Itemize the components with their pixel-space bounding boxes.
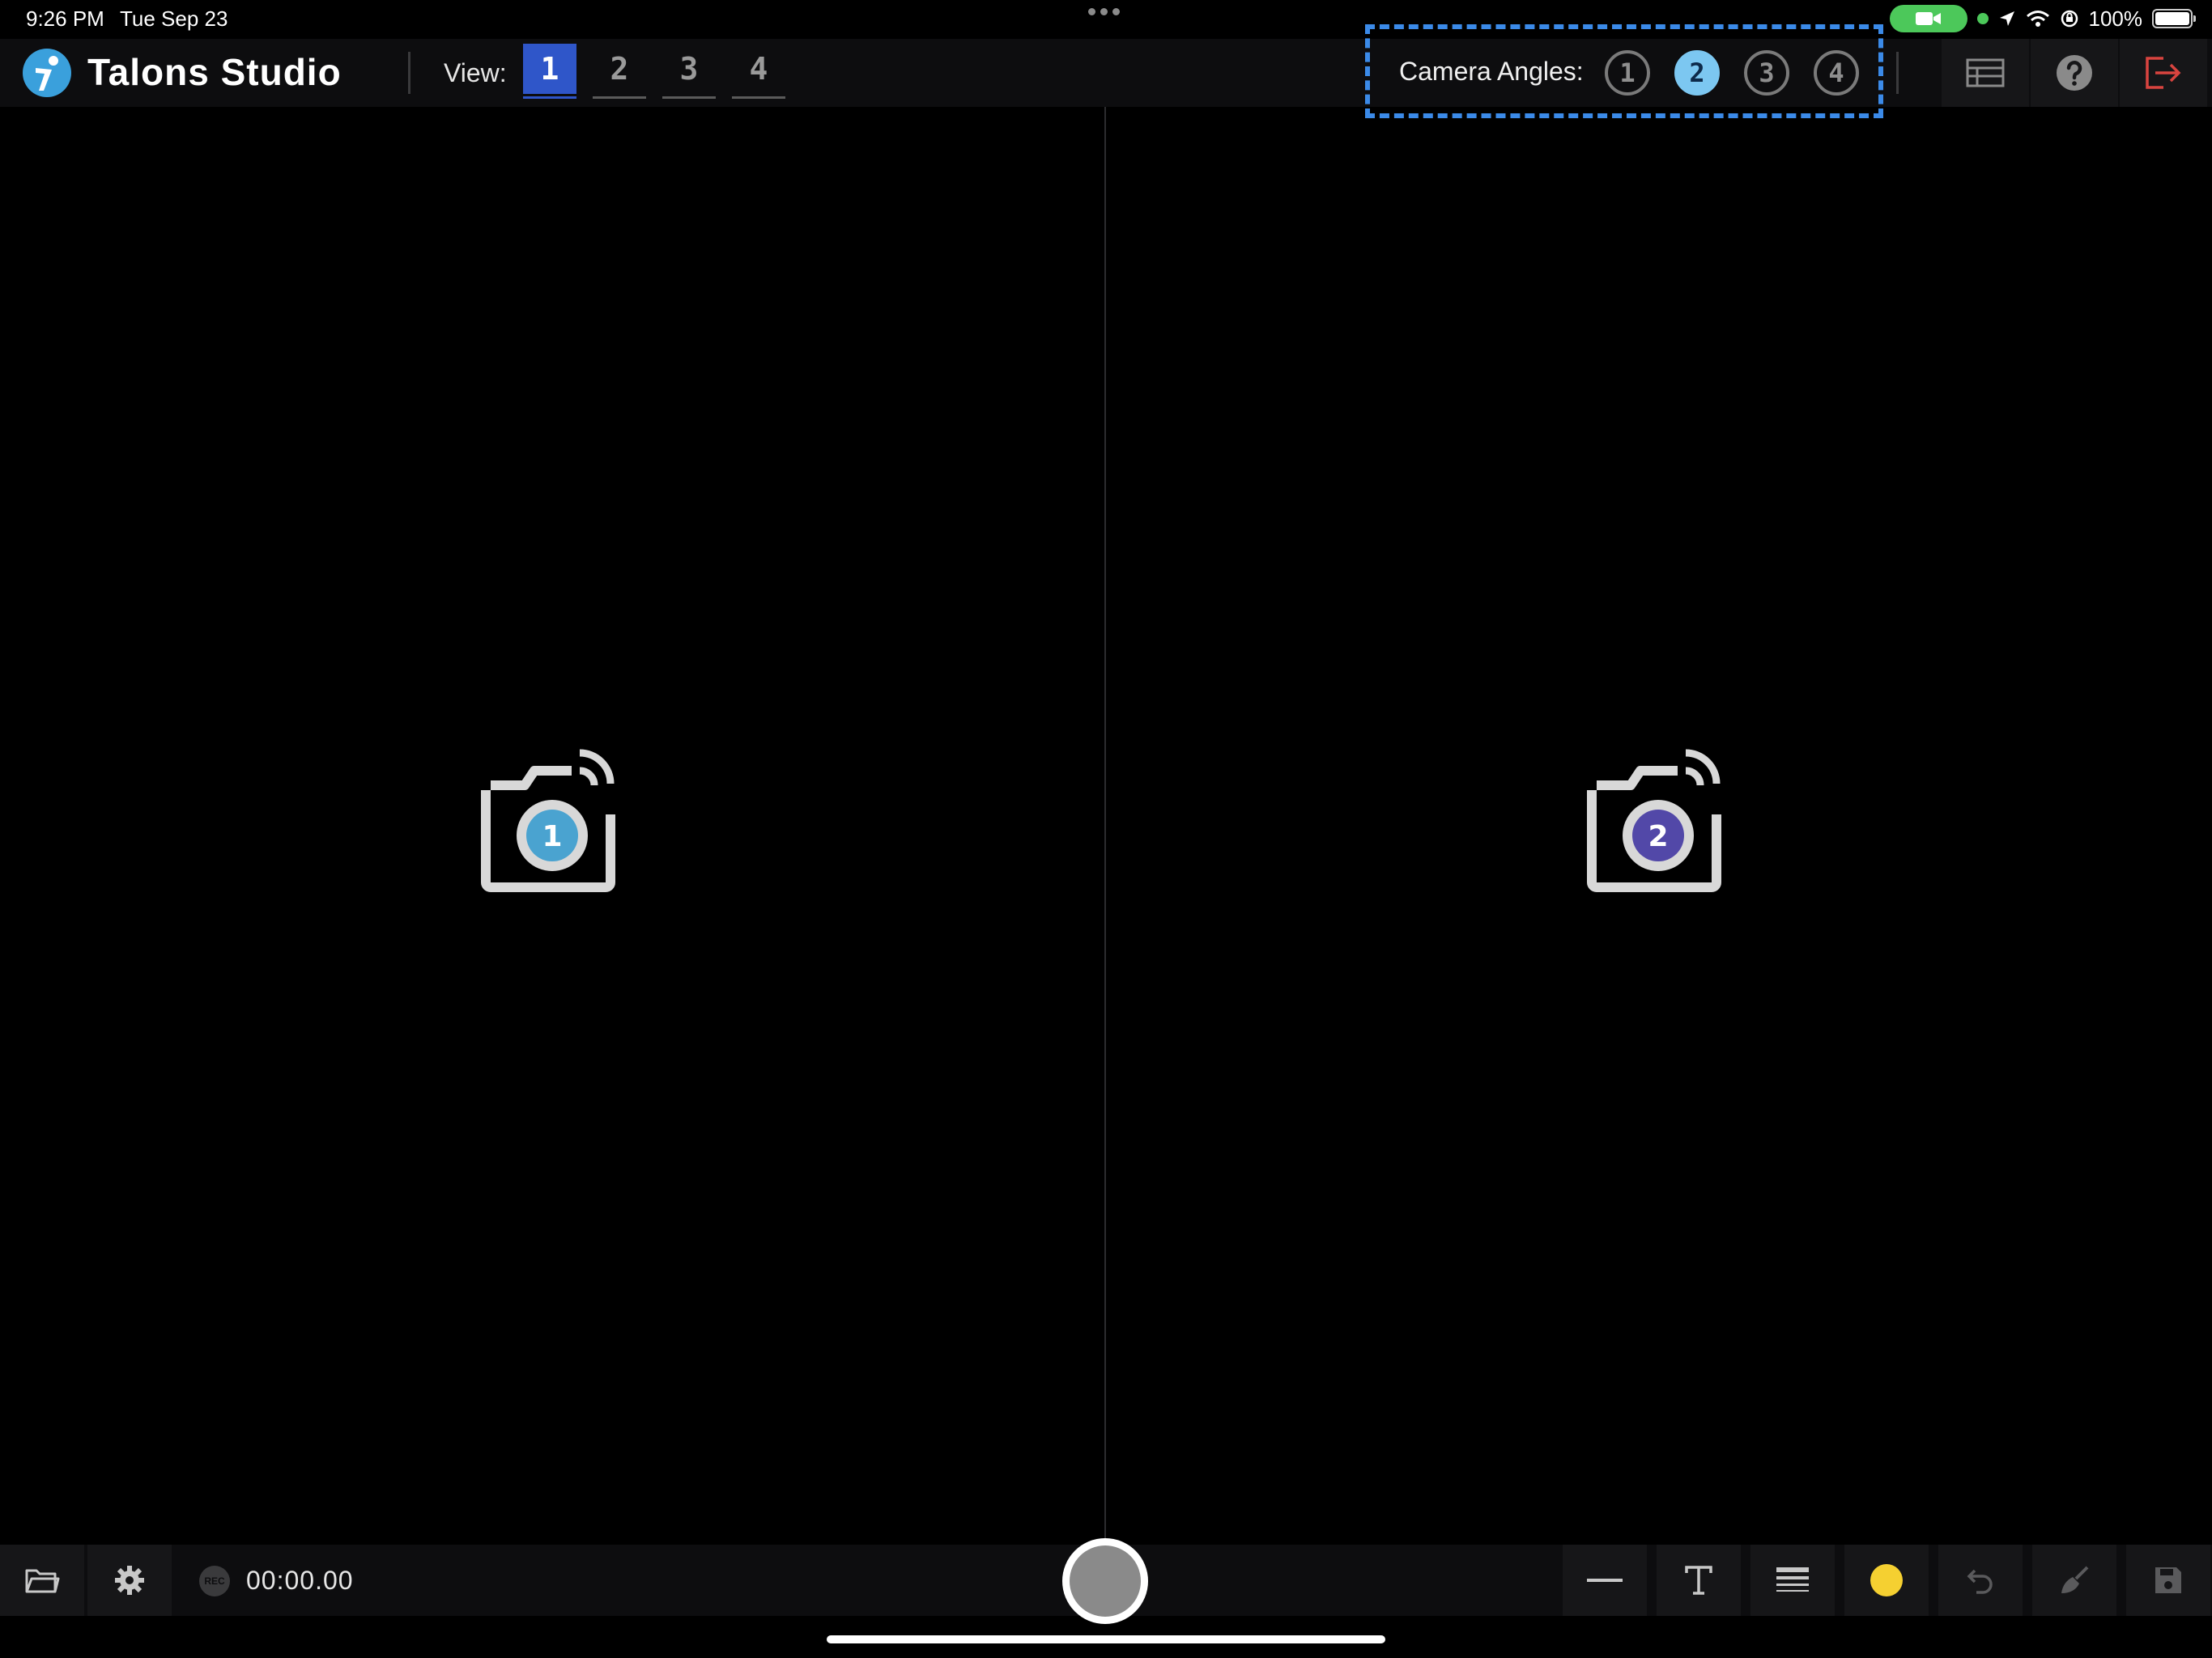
talons-logo-icon bbox=[23, 49, 71, 97]
camera-angle-3-button[interactable]: 3 bbox=[1744, 50, 1789, 96]
camera-angles-label: Camera Angles: bbox=[1399, 57, 1584, 86]
camera-angle-1-button[interactable]: 1 bbox=[1605, 50, 1650, 96]
camera-feed-1-number: 1 bbox=[542, 820, 562, 853]
app-title: Talons Studio bbox=[87, 51, 342, 93]
folder-icon bbox=[25, 1569, 60, 1593]
view-tab-3[interactable]: 3 bbox=[662, 44, 716, 99]
logout-icon bbox=[2146, 57, 2181, 89]
view-tab-2[interactable]: 2 bbox=[593, 44, 646, 99]
text-tool-icon bbox=[1685, 1566, 1712, 1595]
line-weight-icon bbox=[1776, 1567, 1809, 1592]
record-shutter-button[interactable] bbox=[1062, 1538, 1148, 1624]
location-icon bbox=[1999, 11, 2014, 26]
camera-angle-4-button[interactable]: 4 bbox=[1814, 50, 1859, 96]
save-button[interactable] bbox=[2126, 1545, 2210, 1616]
battery-percent: 100% bbox=[2088, 6, 2143, 31]
save-icon bbox=[2155, 1567, 2181, 1593]
help-button[interactable] bbox=[2031, 39, 2118, 107]
clear-drawings-button[interactable] bbox=[2032, 1545, 2116, 1616]
color-picker-icon bbox=[1870, 1564, 1903, 1596]
list-view-button[interactable] bbox=[1942, 39, 2029, 107]
undo-button[interactable] bbox=[1938, 1545, 2023, 1616]
line-tool-button[interactable] bbox=[1563, 1545, 1647, 1616]
screen-lock-rotation-icon bbox=[2061, 10, 2078, 28]
open-folder-button[interactable] bbox=[0, 1545, 84, 1616]
status-date: Tue Sep 23 bbox=[120, 6, 228, 31]
list-view-icon bbox=[1966, 58, 2005, 87]
status-time: 9:26 PM bbox=[26, 6, 104, 31]
battery-icon bbox=[2152, 9, 2196, 28]
undo-icon bbox=[1967, 1569, 1993, 1594]
camera-feed-2-number: 2 bbox=[1648, 820, 1668, 853]
toolbar-divider bbox=[1896, 52, 1899, 94]
settings-icon bbox=[115, 1566, 144, 1595]
text-tool-button[interactable] bbox=[1657, 1545, 1741, 1616]
recording-timer: 00:00.00 bbox=[246, 1566, 354, 1595]
camera-in-use-icon bbox=[1889, 5, 1967, 32]
view-label: View: bbox=[444, 58, 507, 87]
home-indicator[interactable] bbox=[827, 1635, 1385, 1643]
rec-indicator: REC bbox=[199, 1566, 230, 1596]
toolbar-divider bbox=[408, 52, 410, 94]
privacy-indicator-icon bbox=[1976, 13, 1989, 24]
clear-icon bbox=[2061, 1566, 2089, 1593]
color-picker-button[interactable] bbox=[1844, 1545, 1929, 1616]
camera-angle-2-button[interactable]: 2 bbox=[1674, 50, 1720, 96]
view-tab-1[interactable]: 1 bbox=[523, 44, 576, 99]
view-tab-4[interactable]: 4 bbox=[732, 44, 785, 99]
wifi-icon bbox=[2026, 11, 2049, 27]
camera-feed-2-placeholder[interactable]: 2 bbox=[1582, 746, 1736, 900]
logout-button[interactable] bbox=[2120, 39, 2207, 107]
line-tool-icon bbox=[1587, 1579, 1623, 1582]
settings-button[interactable] bbox=[87, 1545, 172, 1616]
line-weight-button[interactable] bbox=[1750, 1545, 1835, 1616]
status-indicators: 100% bbox=[1889, 5, 2196, 32]
help-icon bbox=[2057, 55, 2092, 91]
feed-divider bbox=[1104, 107, 1106, 1545]
multitasking-dots-icon[interactable] bbox=[1088, 8, 1120, 15]
camera-feed-1-placeholder[interactable]: 1 bbox=[476, 746, 630, 900]
